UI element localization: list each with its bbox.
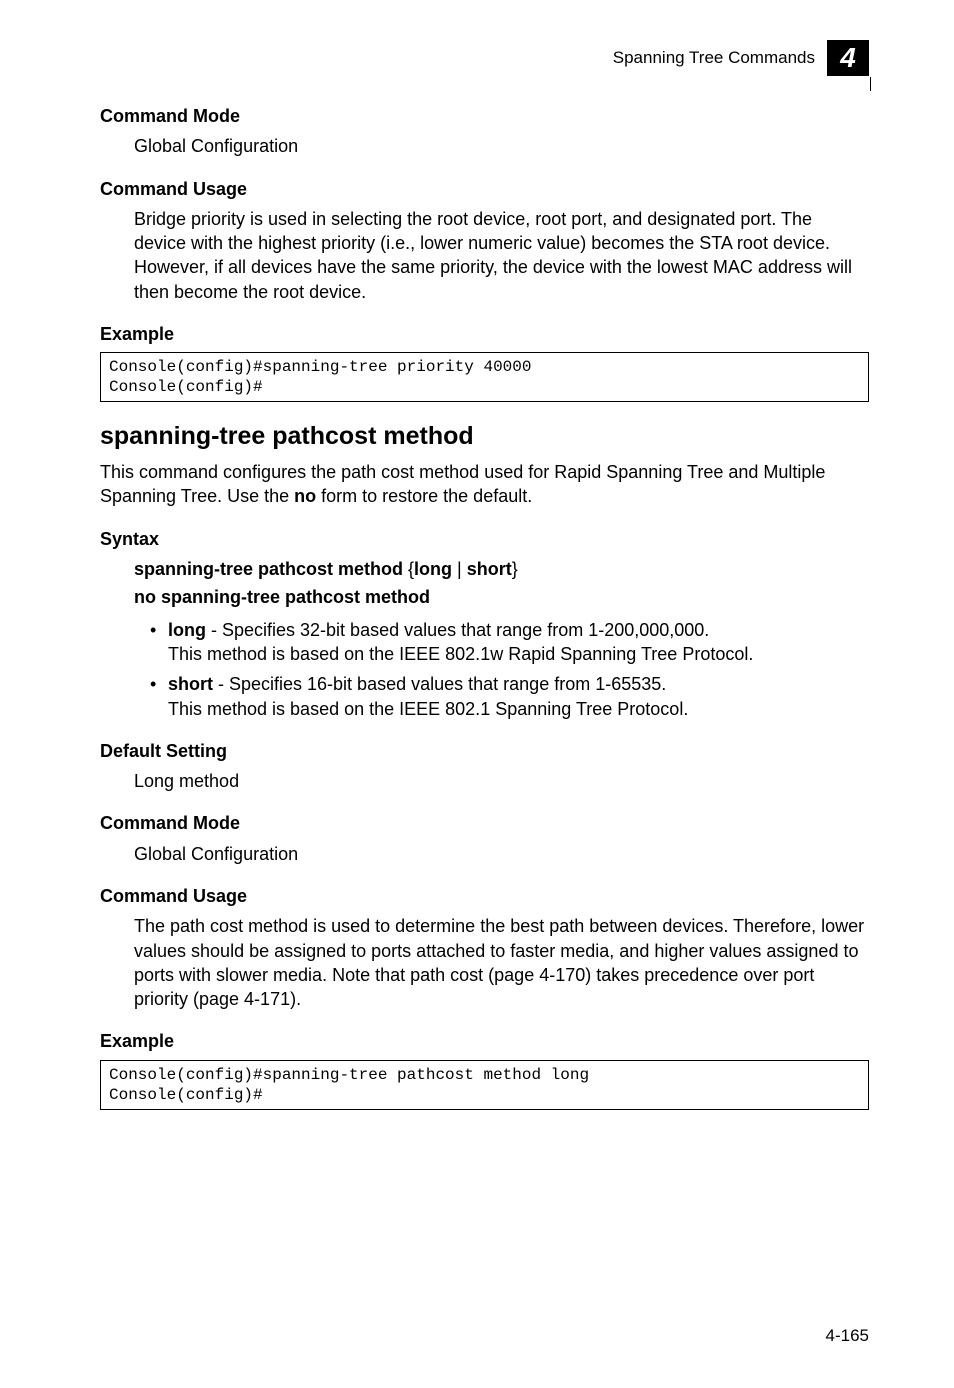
section-intro: This command configures the path cost me… (100, 460, 869, 509)
command-usage-body: Bridge priority is used in selecting the… (134, 207, 869, 304)
example-heading-2: Example (100, 1029, 869, 1053)
syntax-heading: Syntax (100, 527, 869, 551)
command-mode-body-2: Global Configuration (134, 842, 869, 866)
command-usage-body-2: The path cost method is used to determin… (134, 914, 869, 1011)
syntax-bullet-list: long - Specifies 32-bit based values tha… (100, 618, 869, 721)
default-setting-heading: Default Setting (100, 739, 869, 763)
list-item: long - Specifies 32-bit based values tha… (150, 618, 869, 667)
section-title: spanning-tree pathcost method (100, 420, 869, 454)
syntax-line-1: spanning-tree pathcost method {long | sh… (134, 557, 869, 581)
header-section-text: Spanning Tree Commands (613, 47, 815, 70)
page-number: 4-165 (826, 1325, 869, 1348)
example-code-block: Console(config)#spanning-tree priority 4… (100, 352, 869, 402)
command-mode-heading: Command Mode (100, 104, 869, 128)
syntax-line-2: no spanning-tree pathcost method (134, 585, 869, 609)
command-usage-heading-2: Command Usage (100, 884, 869, 908)
command-mode-heading-2: Command Mode (100, 811, 869, 835)
page-header: Spanning Tree Commands 4 (100, 40, 869, 76)
command-mode-body: Global Configuration (134, 134, 869, 158)
header-rule-decoration (870, 77, 876, 91)
example-heading: Example (100, 322, 869, 346)
chapter-number-badge: 4 (827, 40, 869, 76)
list-item: short - Specifies 16-bit based values th… (150, 672, 869, 721)
example-code-block-2: Console(config)#spanning-tree pathcost m… (100, 1060, 869, 1110)
default-setting-body: Long method (134, 769, 869, 793)
command-usage-heading: Command Usage (100, 177, 869, 201)
